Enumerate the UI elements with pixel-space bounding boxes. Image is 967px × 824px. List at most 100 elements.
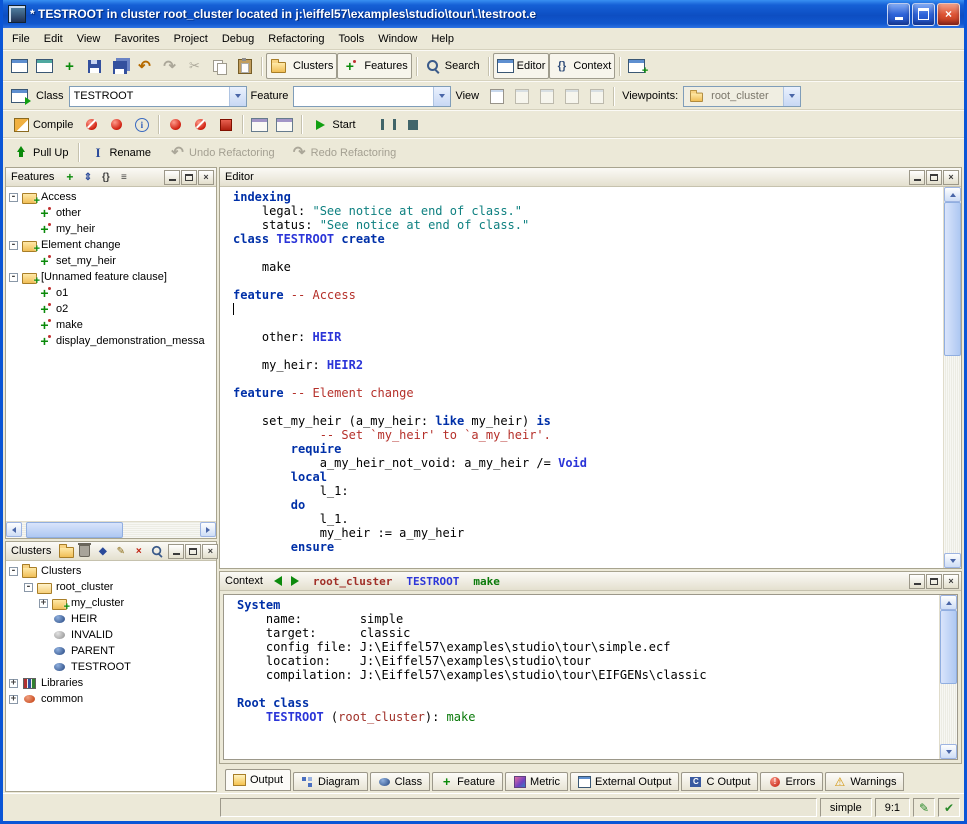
code-line[interactable]: -- Set `my_heir' to `a_my_heir'. (233, 428, 943, 442)
tree-item[interactable]: -[Unnamed feature clause] (6, 269, 216, 285)
tree-item-label[interactable]: my_cluster (71, 597, 124, 609)
tree-item[interactable]: HEIR (6, 611, 216, 627)
scroll-track[interactable] (22, 522, 200, 538)
start-button[interactable]: Start (306, 112, 361, 138)
collapse-icon[interactable]: - (24, 583, 33, 592)
clusters-tool-button[interactable]: Clusters (266, 53, 337, 79)
scroll-down-button[interactable] (940, 744, 957, 759)
tree-item[interactable]: -Access (6, 189, 216, 205)
tree-item-label[interactable]: HEIR (71, 613, 97, 625)
tab-c-output[interactable]: C Output (681, 772, 758, 791)
panel-close-button[interactable]: × (202, 544, 218, 559)
code-line[interactable]: indexing (233, 190, 943, 204)
contract-view-button[interactable] (559, 83, 584, 109)
panel-minimize-button[interactable] (164, 170, 180, 185)
class-combobox[interactable]: TESTROOT (69, 86, 247, 107)
new-cluster-icon[interactable] (59, 544, 74, 558)
pause-button[interactable] (376, 112, 401, 138)
tree-item-label[interactable]: common (41, 693, 83, 705)
tree-item-label[interactable]: Clusters (41, 565, 81, 577)
code-line[interactable]: local (233, 470, 943, 484)
code-line[interactable]: feature -- Element change (233, 386, 943, 400)
menu-item-file[interactable]: File (5, 30, 37, 48)
tree-item[interactable]: set_my_heir (6, 253, 216, 269)
remove-item-icon[interactable]: × (131, 544, 146, 558)
code-line[interactable]: feature -- Access (233, 288, 943, 302)
tab-external-output[interactable]: External Output (570, 772, 679, 791)
signature-toggle-icon[interactable]: {} (98, 170, 113, 184)
tree-item[interactable]: -Clusters (6, 563, 216, 579)
code-line[interactable]: do (233, 498, 943, 512)
scroll-track[interactable] (944, 202, 961, 553)
code-line[interactable]: set_my_heir (a_my_heir: like my_heir) is (233, 414, 943, 428)
code-line[interactable]: name: simple (237, 612, 939, 626)
tree-item-label[interactable]: root_cluster (56, 581, 113, 593)
flat-view-button[interactable] (534, 83, 559, 109)
tree-item[interactable]: other (6, 205, 216, 221)
panel-maximize-button[interactable] (926, 170, 942, 185)
panel-minimize-button[interactable] (909, 170, 925, 185)
tree-item-label[interactable]: set_my_heir (56, 255, 116, 267)
code-line[interactable]: config file: J:\Eiffel57\examples\studio… (237, 640, 939, 654)
tree-item-label[interactable]: Libraries (41, 677, 83, 689)
history-forward-button[interactable] (288, 575, 302, 588)
code-line[interactable]: target: classic (237, 626, 939, 640)
editor-code-area[interactable]: indexing legal: "See notice at end of cl… (220, 187, 943, 568)
expand-icon[interactable]: + (39, 599, 48, 608)
editor-tool-button[interactable]: Editor (493, 53, 550, 79)
tree-item[interactable]: o2 (6, 301, 216, 317)
expand-icon[interactable]: + (9, 695, 18, 704)
context-vertical-scrollbar[interactable] (939, 595, 957, 759)
edit-breakpoints-button[interactable] (213, 112, 238, 138)
breadcrumb-item[interactable]: TESTROOT (406, 575, 459, 588)
history-back-button[interactable] (271, 575, 285, 588)
code-line[interactable] (233, 302, 943, 316)
threads-tool-button[interactable] (272, 112, 297, 138)
sort-features-icon[interactable]: ⇕ (80, 170, 95, 184)
scroll-up-button[interactable] (940, 595, 957, 610)
search-button[interactable]: Search (421, 53, 484, 79)
code-line[interactable]: class TESTROOT create (233, 232, 943, 246)
panel-minimize-button[interactable] (168, 544, 184, 559)
stop-button[interactable] (401, 112, 426, 138)
tree-item-label[interactable]: INVALID (71, 629, 113, 641)
undo-refactoring-button[interactable]: ↶Undo Refactoring (165, 140, 279, 166)
pull-up-button[interactable]: Pull Up (7, 140, 74, 166)
code-line[interactable]: TESTROOT (root_cluster): make (237, 710, 939, 724)
panel-close-button[interactable]: × (943, 574, 959, 589)
basic-text-view-button[interactable] (484, 83, 509, 109)
tab-output[interactable]: Output (225, 769, 291, 791)
minimize-button[interactable] (887, 3, 910, 26)
tree-item[interactable]: + common (6, 691, 216, 707)
tree-item-label[interactable]: Access (41, 191, 76, 203)
tree-item[interactable]: - root_cluster (6, 579, 216, 595)
code-line[interactable]: other: HEIR (233, 330, 943, 344)
tree-item[interactable]: make (6, 317, 216, 333)
rename-button[interactable]: IRename (83, 140, 157, 166)
feature-combobox[interactable] (293, 86, 451, 107)
collapse-icon[interactable]: - (9, 241, 18, 250)
tree-item[interactable]: + my_cluster (6, 595, 216, 611)
menu-item-tools[interactable]: Tools (332, 30, 372, 48)
code-line[interactable]: l_1. (233, 512, 943, 526)
features-tool-button[interactable]: Features (337, 53, 411, 79)
feature-combobox-arrow[interactable] (433, 87, 450, 106)
code-line[interactable]: System (237, 598, 939, 612)
tree-item-label[interactable]: make (56, 319, 83, 331)
menu-item-refactoring[interactable]: Refactoring (261, 30, 331, 48)
new-window-button[interactable] (7, 53, 32, 79)
class-diamond-icon[interactable]: ◆ (95, 544, 110, 558)
code-line[interactable]: compilation: J:\Eiffel57\examples\studio… (237, 668, 939, 682)
save-all-button[interactable] (107, 53, 132, 79)
tree-item[interactable]: TESTROOT (6, 659, 216, 675)
tree-item[interactable]: +Libraries (6, 675, 216, 691)
breadcrumb-item[interactable]: root_cluster (313, 575, 392, 588)
scroll-up-button[interactable] (944, 187, 961, 202)
code-line[interactable] (233, 372, 943, 386)
code-line[interactable]: make (233, 260, 943, 274)
panel-maximize-button[interactable] (181, 170, 197, 185)
new-editor-button[interactable] (32, 53, 57, 79)
code-line[interactable] (233, 316, 943, 330)
tab-metric[interactable]: Metric (505, 772, 568, 791)
restore-button[interactable] (912, 3, 935, 26)
